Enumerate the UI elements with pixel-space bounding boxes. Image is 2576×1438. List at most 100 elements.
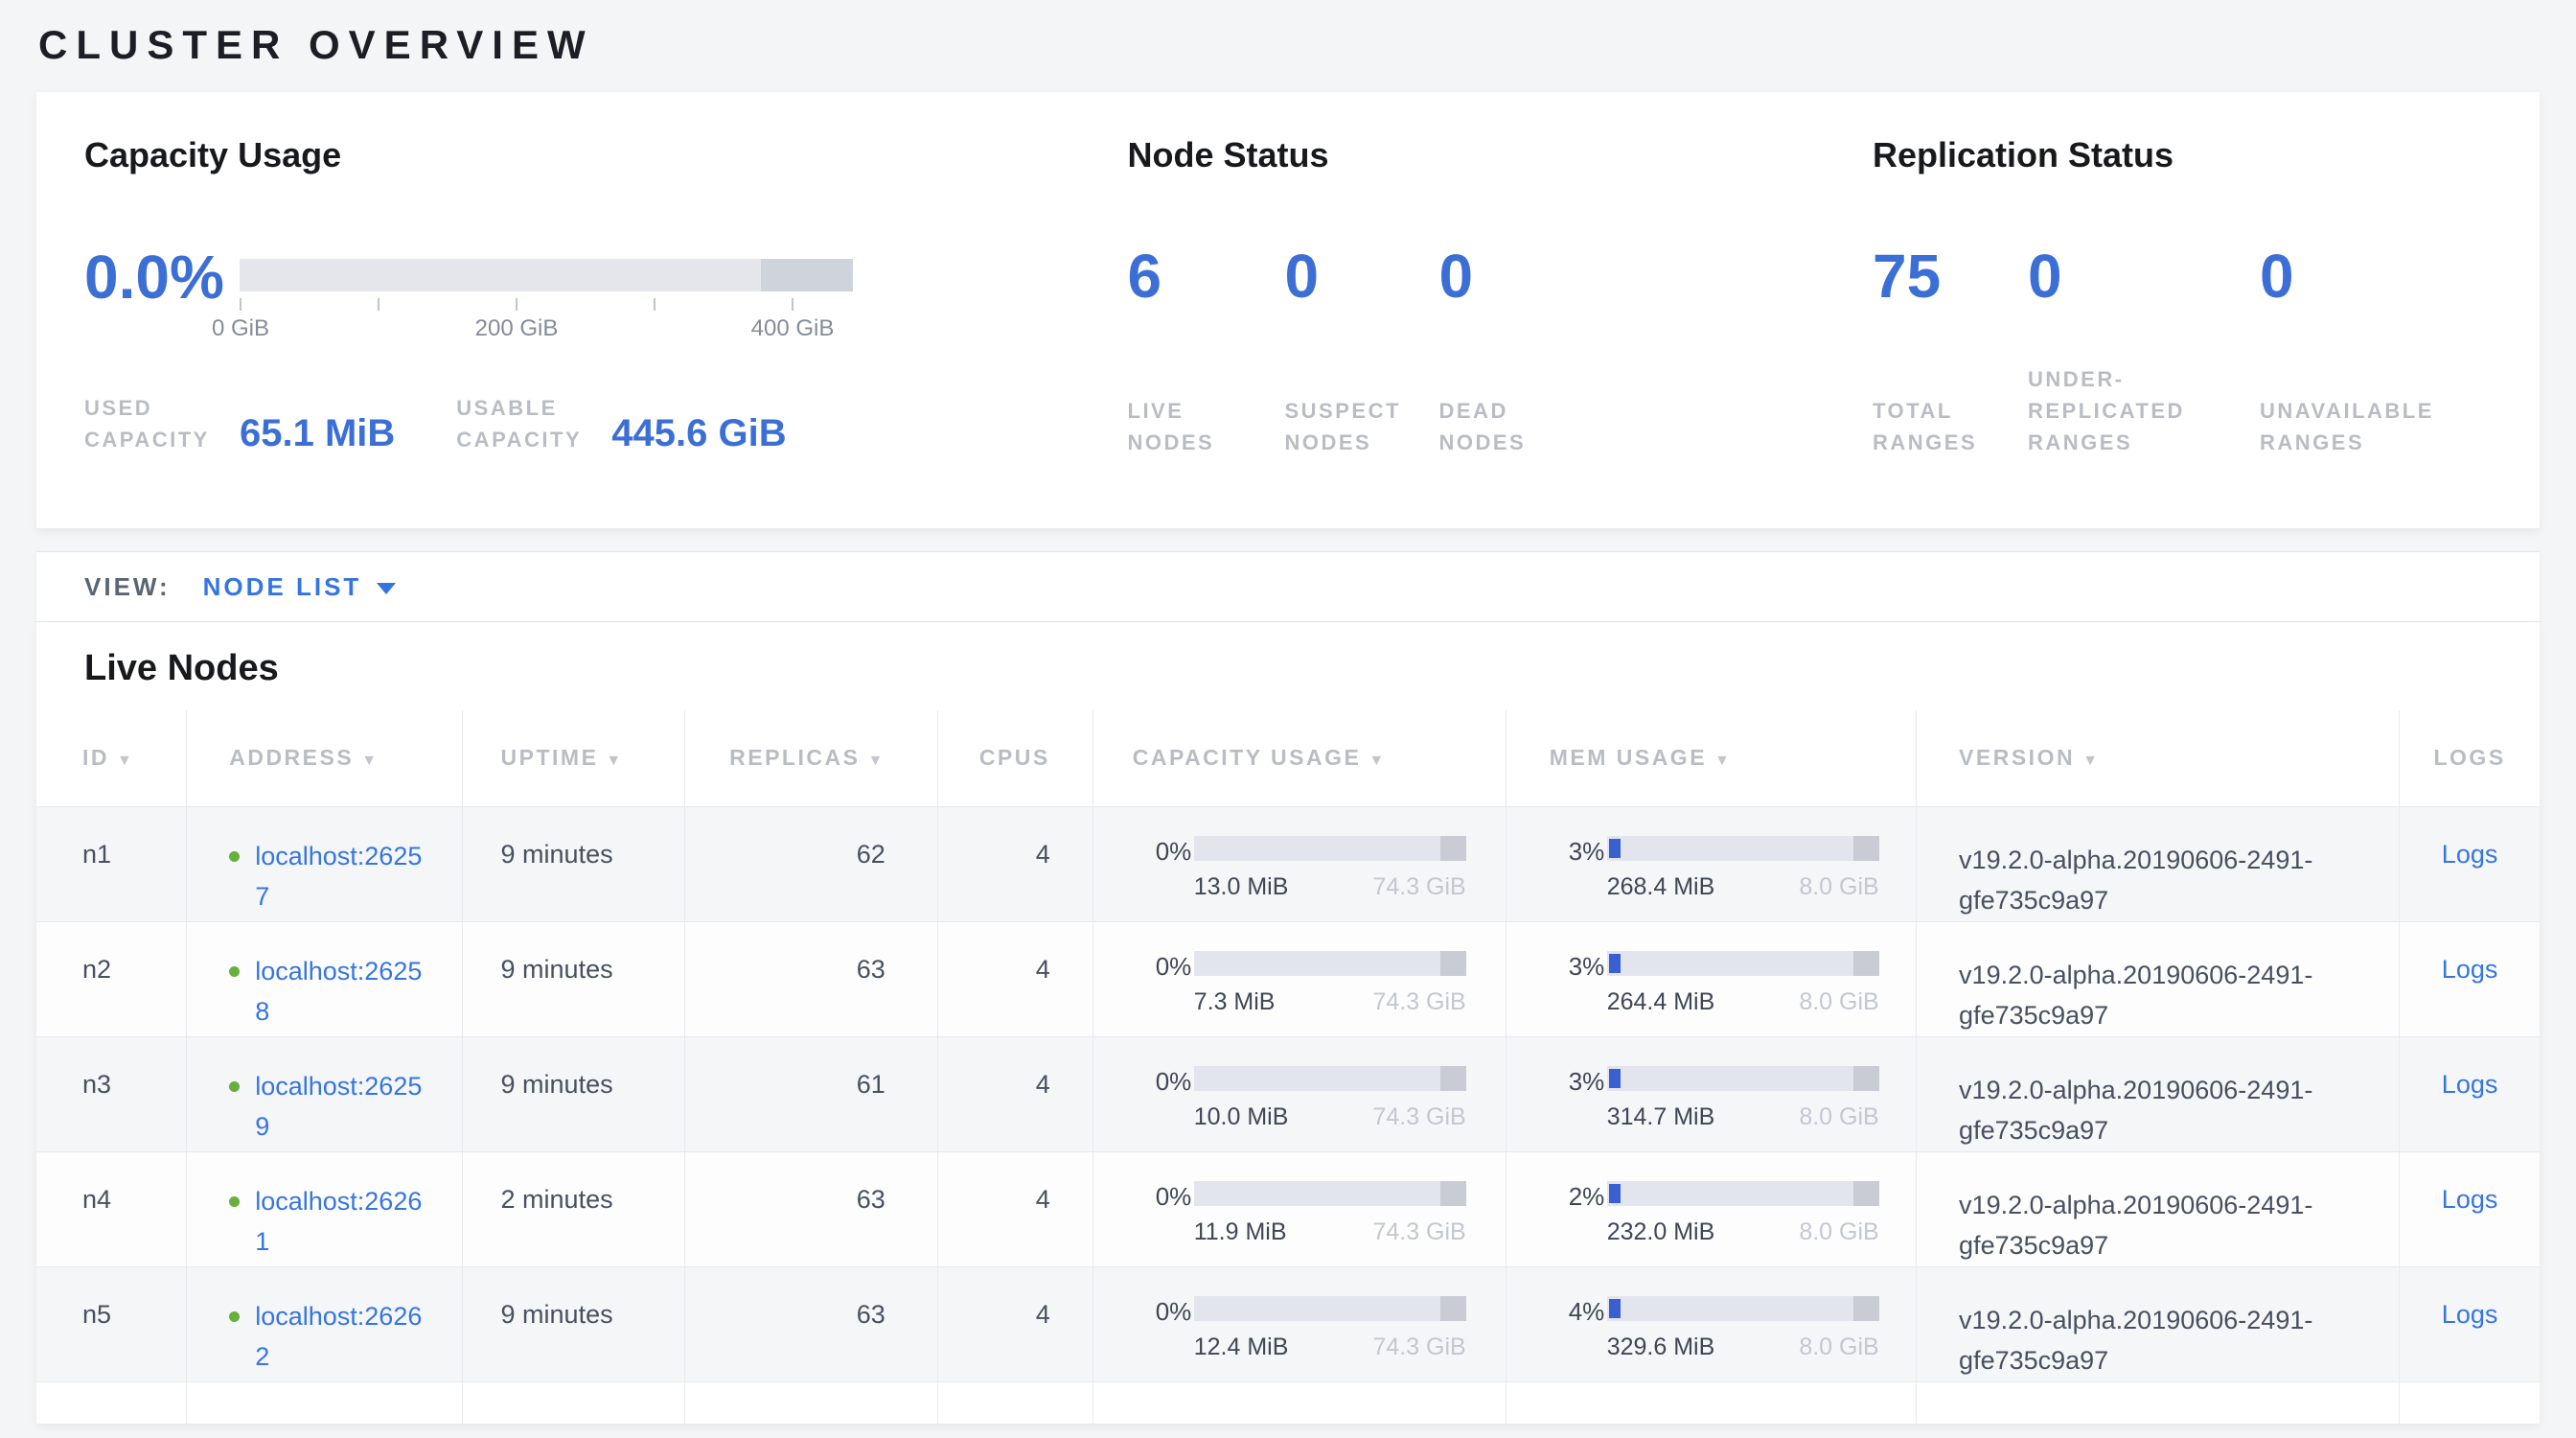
gauge-tick-label: 400 GiB xyxy=(751,315,835,342)
node-status-title: Node Status xyxy=(1128,136,1874,174)
column-header-capacity-usage[interactable]: CAPACITY USAGE▼ xyxy=(1092,710,1506,806)
capacity-gauge-reserved xyxy=(761,259,853,291)
logs-link[interactable]: Logs xyxy=(2442,1185,2498,1214)
view-label: VIEW: xyxy=(84,572,171,602)
live-status-icon xyxy=(229,851,240,862)
node-id: n4 xyxy=(36,1151,187,1266)
column-header-mem-usage[interactable]: MEM USAGE▼ xyxy=(1506,710,1916,806)
gauge-tick xyxy=(378,298,380,311)
node-version: v19.2.0-alpha.20190606-2491-gfe735c9a97 xyxy=(1959,840,2371,920)
partial-row xyxy=(36,1381,2540,1424)
live-status-icon xyxy=(229,1081,240,1092)
under-replicated-ranges-stat: 0 UNDER-REPLICATED RANGES xyxy=(2028,245,2260,458)
stat-label: TOTAL RANGES xyxy=(1873,395,1992,458)
sort-icon: ▼ xyxy=(1368,753,1386,769)
capacity-total-value: 74.3 GiB xyxy=(1372,873,1465,901)
column-header-replicas[interactable]: REPLICAS▼ xyxy=(684,710,937,806)
node-id: n1 xyxy=(36,806,187,921)
mem-percent-label: 3% xyxy=(1569,951,1607,1016)
used-capacity-label: USED CAPACITY xyxy=(84,392,228,455)
capacity-bar xyxy=(1194,951,1466,976)
node-mem-usage: 3% 264.4 MiB 8.0 GiB xyxy=(1506,921,1916,1036)
usable-capacity-label: USABLE CAPACITY xyxy=(456,392,600,455)
node-id: n5 xyxy=(36,1266,187,1381)
sort-icon: ▼ xyxy=(1714,753,1732,769)
node-address-link[interactable]: localhost:26262 xyxy=(255,1296,431,1377)
mem-total-value: 8.0 GiB xyxy=(1799,1218,1878,1246)
mem-used-value: 314.7 MiB xyxy=(1607,1103,1715,1131)
stat-label: LIVE NODES xyxy=(1128,395,1248,458)
node-capacity-usage: 0% 10.0 MiB 74.3 GiB xyxy=(1092,1036,1506,1151)
mem-used-value: 329.6 MiB xyxy=(1607,1334,1715,1361)
dead-nodes-stat: 0 DEAD NODES xyxy=(1439,245,1597,458)
gauge-tick xyxy=(654,298,656,311)
column-header-uptime[interactable]: UPTIME▼ xyxy=(462,710,684,806)
capacity-gauge: 0.0% 0 GiB 200 GiB 400 xyxy=(84,259,1128,344)
capacity-bar-reserved xyxy=(1440,951,1466,976)
used-capacity-stat: USED CAPACITY 65.1 MiB xyxy=(84,392,395,455)
gauge-tick xyxy=(516,298,518,311)
summary-card: Capacity Usage 0.0% 0 GiB xyxy=(36,92,2540,528)
capacity-used-value: 13.0 MiB xyxy=(1194,873,1289,901)
capacity-bar xyxy=(1194,836,1466,861)
column-header-address[interactable]: ADDRESS▼ xyxy=(187,710,462,806)
node-mem-usage: 2% 232.0 MiB 8.0 GiB xyxy=(1506,1151,1916,1266)
node-address-link[interactable]: localhost:26259 xyxy=(255,1066,431,1147)
capacity-percent-label: 0% xyxy=(1156,1296,1194,1361)
logs-link[interactable]: Logs xyxy=(2442,1070,2498,1099)
stat-label: UNDER-REPLICATED RANGES xyxy=(2028,363,2215,458)
node-version: v19.2.0-alpha.20190606-2491-gfe735c9a97 xyxy=(1959,1185,2371,1265)
stat-value: 75 xyxy=(1873,245,2028,307)
stat-value: 0 xyxy=(2028,245,2260,307)
live-status-icon xyxy=(229,1196,240,1207)
sort-icon: ▼ xyxy=(117,753,134,769)
capacity-used-value: 10.0 MiB xyxy=(1194,1103,1289,1131)
capacity-percent: 0.0% xyxy=(84,244,240,311)
logs-link[interactable]: Logs xyxy=(2442,1300,2498,1329)
stat-label: DEAD NODES xyxy=(1439,395,1559,458)
mem-bar-fill xyxy=(1609,1184,1621,1203)
node-address-link[interactable]: localhost:26258 xyxy=(255,951,431,1032)
capacity-bar xyxy=(1194,1181,1466,1206)
node-id: n2 xyxy=(36,921,187,1036)
mem-bar-fill xyxy=(1609,954,1621,973)
capacity-bar-reserved xyxy=(1440,1066,1466,1091)
chevron-down-icon xyxy=(377,583,396,594)
mem-bar xyxy=(1607,1181,1879,1206)
capacity-total-value: 74.3 GiB xyxy=(1372,1103,1465,1131)
capacity-used-value: 7.3 MiB xyxy=(1194,988,1276,1016)
capacity-usage-title: Capacity Usage xyxy=(84,136,1128,174)
node-version: v19.2.0-alpha.20190606-2491-gfe735c9a97 xyxy=(1959,1300,2371,1380)
node-mem-usage: 4% 329.6 MiB 8.0 GiB xyxy=(1506,1266,1916,1381)
table-row: n5 localhost:26262 9 minutes 63 4 0% 12.… xyxy=(36,1266,2540,1381)
column-header-version[interactable]: VERSION▼ xyxy=(1917,710,2400,806)
stat-value: 0 xyxy=(1439,245,1597,307)
column-header-id[interactable]: ID▼ xyxy=(36,710,187,806)
node-replicas: 63 xyxy=(684,1266,937,1381)
node-capacity-usage: 0% 11.9 MiB 74.3 GiB xyxy=(1092,1151,1506,1266)
node-address-link[interactable]: localhost:26257 xyxy=(255,836,431,916)
stat-value: 0 xyxy=(2260,245,2492,307)
mem-bar-reserved xyxy=(1853,1066,1879,1091)
mem-total-value: 8.0 GiB xyxy=(1799,873,1878,901)
capacity-percent-label: 0% xyxy=(1156,1181,1194,1246)
capacity-percent-label: 0% xyxy=(1156,836,1194,901)
logs-link[interactable]: Logs xyxy=(2442,840,2498,869)
stat-label: UNAVAILABLE RANGES xyxy=(2260,395,2447,458)
mem-total-value: 8.0 GiB xyxy=(1799,988,1878,1016)
mem-bar xyxy=(1607,1066,1879,1091)
sort-icon: ▼ xyxy=(867,753,885,769)
sort-icon: ▼ xyxy=(606,753,623,769)
usable-capacity-value: 445.6 GiB xyxy=(611,414,786,455)
capacity-percent-label: 0% xyxy=(1156,951,1194,1016)
mem-bar-fill xyxy=(1609,839,1621,858)
mem-used-value: 232.0 MiB xyxy=(1607,1218,1715,1246)
sort-icon: ▼ xyxy=(361,753,379,769)
node-address-link[interactable]: localhost:26261 xyxy=(255,1181,431,1262)
live-status-icon xyxy=(229,1311,240,1322)
logs-link[interactable]: Logs xyxy=(2442,955,2498,984)
node-cpus: 4 xyxy=(937,921,1092,1036)
mem-bar xyxy=(1607,951,1879,976)
view-selector[interactable]: NODE LIST xyxy=(203,572,397,602)
node-replicas: 62 xyxy=(684,806,937,921)
